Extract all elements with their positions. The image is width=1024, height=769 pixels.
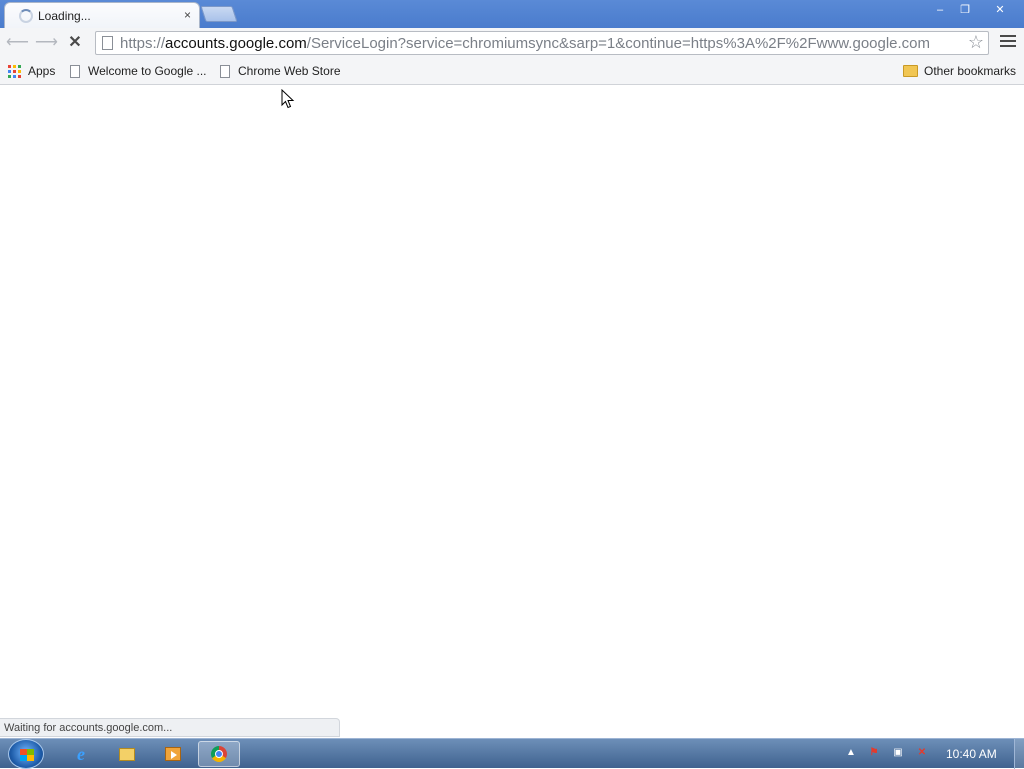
- chrome-menu-icon[interactable]: [1000, 35, 1016, 49]
- bookmark-chrome-web-store[interactable]: Chrome Web Store: [220, 64, 341, 78]
- bookmark-label: Other bookmarks: [924, 64, 1017, 78]
- bookmark-label: Welcome to Google ...: [88, 64, 207, 78]
- start-button[interactable]: [8, 739, 44, 769]
- page-icon: [220, 64, 230, 78]
- tab-loading[interactable]: Loading... ×: [4, 2, 200, 28]
- chrome-icon: [211, 746, 227, 762]
- taskbar-internet-explorer[interactable]: e: [60, 741, 102, 767]
- minimize-button[interactable]: ‒: [928, 2, 952, 18]
- tab-close-icon[interactable]: ×: [184, 8, 191, 22]
- bookmark-welcome[interactable]: Welcome to Google ...: [70, 64, 207, 78]
- show-desktop-button[interactable]: [1014, 739, 1024, 769]
- bookmark-star-icon[interactable]: ☆: [968, 32, 984, 53]
- loading-spinner-icon: [19, 9, 33, 23]
- network-icon[interactable]: ▣: [890, 747, 906, 761]
- taskbar-clock[interactable]: 10:40 AM: [946, 747, 997, 761]
- status-bubble: Waiting for accounts.google.com...: [0, 718, 340, 737]
- url-text[interactable]: https://accounts.google.com/ServiceLogin…: [120, 35, 965, 52]
- volume-icon[interactable]: ✕: [914, 747, 930, 761]
- bookmark-apps[interactable]: Apps: [8, 64, 55, 78]
- page-icon: [70, 64, 80, 78]
- page-content[interactable]: [0, 86, 1024, 737]
- address-bar[interactable]: https://accounts.google.com/ServiceLogin…: [95, 31, 989, 55]
- folder-icon: [119, 747, 135, 761]
- taskbar: e ▲ ⚑ ▣ ✕ 10:40 AM: [0, 738, 1024, 769]
- new-tab-button[interactable]: [200, 6, 238, 22]
- bookmark-label: Apps: [28, 64, 56, 78]
- back-button[interactable]: ⟵: [6, 33, 29, 53]
- bookmarks-bar: Apps Welcome to Google ... Chrome Web St…: [0, 58, 1024, 85]
- mouse-cursor-icon: [281, 89, 295, 109]
- taskbar-windows-explorer[interactable]: [106, 741, 148, 767]
- taskbar-chrome[interactable]: [198, 741, 240, 767]
- taskbar-media-player[interactable]: [152, 741, 194, 767]
- close-window-button[interactable]: ✕: [985, 2, 1015, 18]
- page-icon: [102, 36, 113, 50]
- stop-loading-button[interactable]: ✕: [64, 33, 86, 53]
- bookmark-label: Chrome Web Store: [238, 64, 341, 78]
- internet-explorer-icon: e: [77, 743, 85, 764]
- media-player-icon: [165, 747, 181, 761]
- show-hidden-icons-icon[interactable]: ▲: [843, 747, 859, 761]
- forward-button[interactable]: ⟶: [35, 33, 58, 53]
- browser-toolbar: ⟵ ⟶ ✕ https://accounts.google.com/Servic…: [0, 28, 1024, 58]
- folder-icon: [903, 65, 918, 77]
- other-bookmarks[interactable]: Other bookmarks: [903, 64, 1016, 78]
- apps-grid-icon: [8, 64, 21, 78]
- tab-title: Loading...: [38, 9, 91, 23]
- title-bar: Loading... × ‒ ❐ ✕: [0, 0, 1024, 28]
- action-center-icon[interactable]: ⚑: [866, 747, 882, 761]
- maximize-button[interactable]: ❐: [953, 2, 977, 18]
